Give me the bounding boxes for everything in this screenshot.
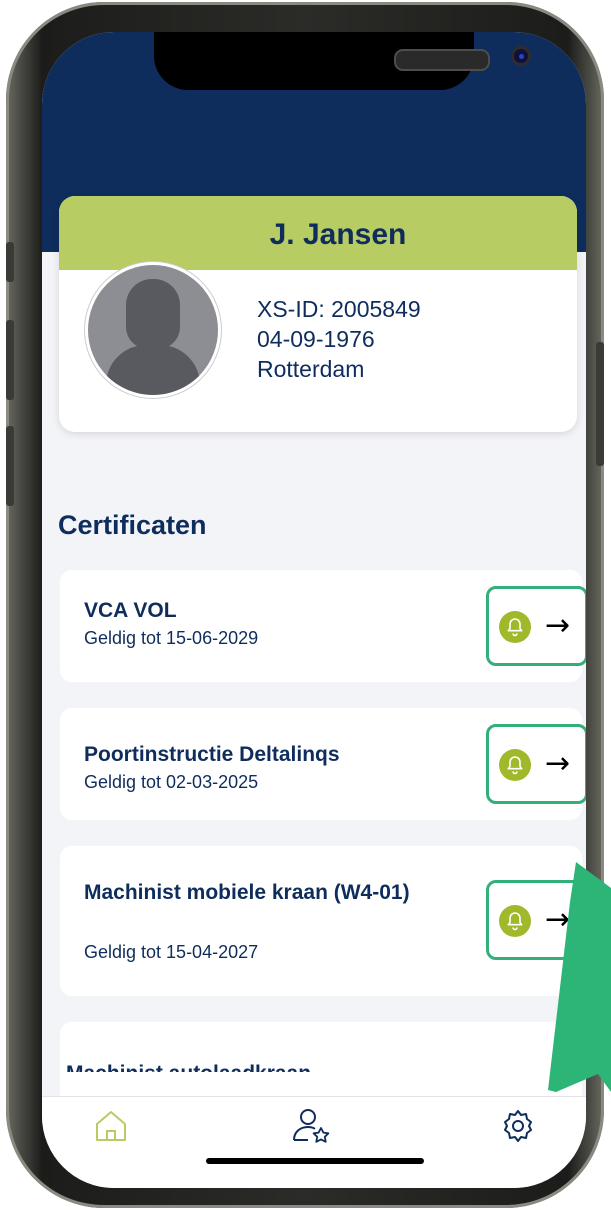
profile-card: J. Jansen XS-ID: 2005849 04-09-1976 Rott… xyxy=(59,196,577,432)
profile-star-icon[interactable] xyxy=(290,1107,334,1150)
certificate-name: Machinist mobiele kraan (W4-01) xyxy=(84,881,410,904)
birthdate: 04-09-1976 xyxy=(257,326,375,352)
certificate-name: Poortinstructie Deltalinqs xyxy=(84,743,340,766)
callout-arrow-icon xyxy=(548,862,611,1092)
volume-down-button xyxy=(6,426,14,506)
phone-frame: J. Jansen XS-ID: 2005849 04-09-1976 Rott… xyxy=(6,2,604,1208)
arrow-right-icon: → xyxy=(545,608,571,643)
xs-id: XS-ID: 2005849 xyxy=(257,296,421,322)
city: Rotterdam xyxy=(257,356,365,382)
mute-switch xyxy=(6,242,14,282)
profile-details: XS-ID: 2005849 04-09-1976 Rotterdam xyxy=(257,294,421,384)
bell-icon xyxy=(499,611,531,643)
certificate-validity: Geldig tot 02-03-2025 xyxy=(84,772,259,792)
certificate-validity: Geldig tot 15-04-2027 xyxy=(84,942,259,962)
certificate-action-button[interactable]: → xyxy=(486,724,586,804)
speaker-grille xyxy=(394,49,490,71)
certificate-card[interactable]: Machinist mobiele kraan (W4-01) Geldig t… xyxy=(60,846,586,996)
certificate-card[interactable]: Poortinstructie Deltalinqs Geldig tot 02… xyxy=(60,708,586,820)
certificate-name: VCA VOL xyxy=(84,599,177,622)
profile-name: J. Jansen xyxy=(269,218,407,251)
bottom-navigation xyxy=(42,1096,586,1188)
arrow-right-icon: → xyxy=(545,746,571,781)
home-icon[interactable] xyxy=(92,1107,130,1150)
certificate-validity: Geldig tot 15-06-2029 xyxy=(84,628,259,648)
app-screen: J. Jansen XS-ID: 2005849 04-09-1976 Rott… xyxy=(42,32,586,1188)
notch xyxy=(154,32,531,90)
avatar xyxy=(85,262,221,398)
home-indicator xyxy=(206,1158,424,1164)
power-button xyxy=(596,342,604,466)
certificate-card[interactable]: VCA VOL Geldig tot 15-06-2029 → xyxy=(60,570,586,682)
bell-icon xyxy=(499,905,531,937)
certificate-action-button[interactable]: → xyxy=(486,586,586,666)
bell-icon xyxy=(499,749,531,781)
certificate-name: Machinist autolaadkraan xyxy=(66,1054,311,1072)
volume-up-button xyxy=(6,320,14,400)
gear-icon[interactable] xyxy=(499,1107,537,1150)
section-title: Certificaten xyxy=(58,510,207,540)
front-camera xyxy=(511,46,531,66)
